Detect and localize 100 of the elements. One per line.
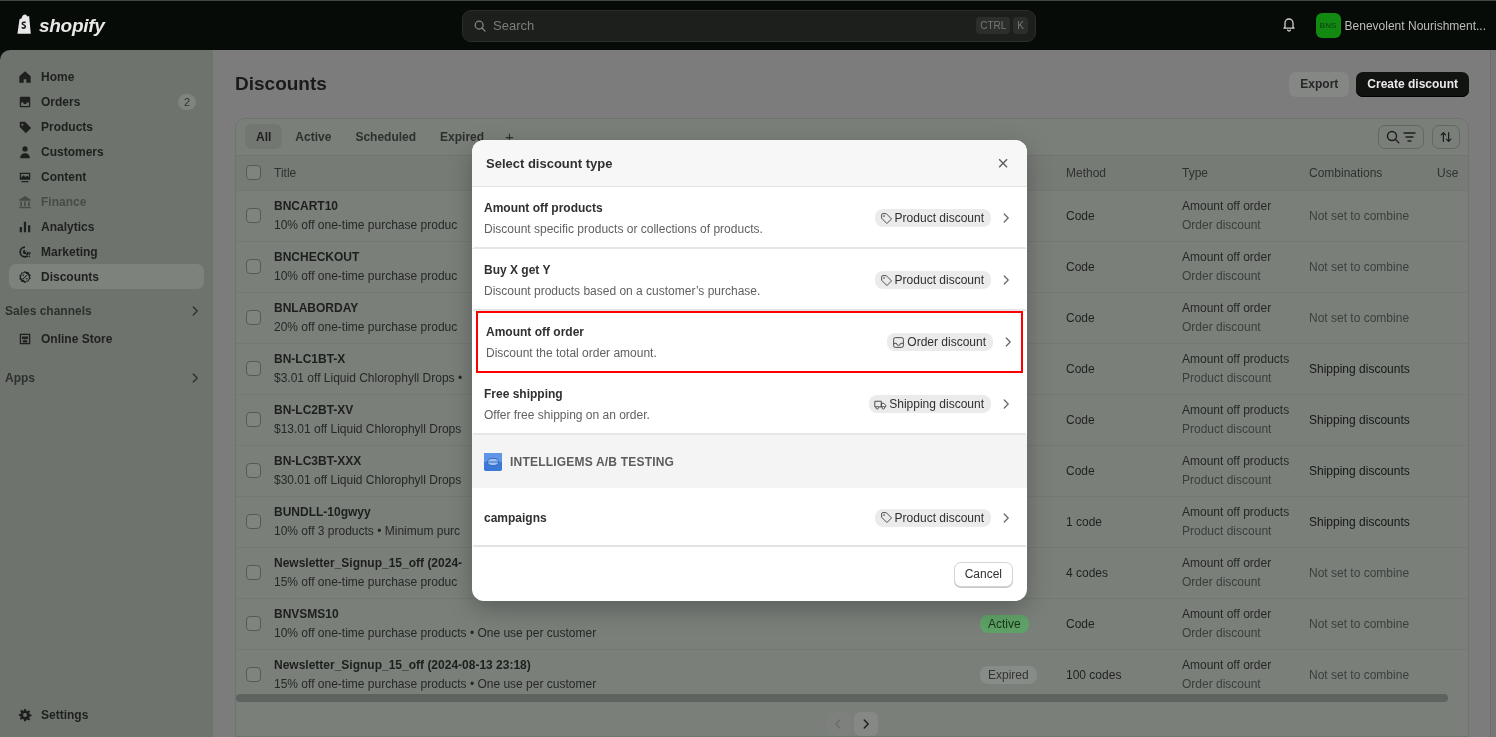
option-title: Free shipping [484,386,564,401]
store-avatar[interactable]: BNS [1315,13,1341,38]
status-badge: Active [980,615,1029,634]
discount-title[interactable]: BUNDLL-10gwyy [274,505,371,520]
option-title: Amount off order [486,324,585,339]
combinations-cell-text: Not set to combine [1309,310,1411,325]
discount-summary: 10% off 3 products • Minimum purc [274,524,461,539]
sort-button[interactable] [1432,124,1460,149]
method-cell-text: 100 codes [1066,667,1123,682]
discount-option[interactable]: campaigns Product discount [472,488,1027,547]
discount-title[interactable]: Newsletter_Signup_15_off (2024- [274,556,463,571]
discount-title[interactable]: BNCART10 [274,199,338,214]
sidebar-item[interactable]: Analytics [9,214,204,239]
tag-icon [879,211,893,225]
create-discount-button[interactable]: Create discount [1356,71,1469,97]
filter-tab[interactable]: Active [284,124,343,150]
type-text: Amount off products [1182,505,1290,520]
filter-tab[interactable]: All [245,124,283,150]
discount-icon [18,269,32,284]
type-text: Amount off order [1182,658,1272,673]
option-description: Discount specific products or collections of products. [484,221,764,236]
discount-option[interactable]: Amount off products Discount specific products or collections of products. Product discount [472,187,1027,249]
class-text: Order discount [1182,626,1261,641]
discount-class-tag: Order discount [887,333,993,351]
row-checkbox[interactable] [246,310,261,326]
store-icon [18,331,32,346]
discount-summary: 10% off one-time purchase produc [274,269,458,284]
next-page-button[interactable] [854,712,878,736]
discount-class-tag: Shipping discount [869,395,991,413]
cancel-button[interactable]: Cancel [953,561,1013,587]
combinations-cell-text: Shipping discounts [1309,361,1411,376]
search-filter-button[interactable] [1378,124,1424,149]
discount-title[interactable]: BNCHECKOUT [274,250,360,265]
row-checkbox[interactable] [246,514,261,530]
tag-icon [18,119,32,134]
discount-title[interactable]: BN-LC2BT-XV [274,403,354,418]
discount-summary: $30.01 off Liquid Chlorophyll Drops [274,473,462,488]
discount-option[interactable]: Buy X get Y Discount products based on a customer’s purchase. Product discount [472,249,1027,311]
bar-chart-icon [18,219,32,234]
type-text: Amount off order [1182,199,1272,214]
row-checkbox[interactable] [246,463,261,479]
status-badge: Expired [980,666,1037,685]
filter-tab[interactable]: Expired [429,124,496,150]
discount-summary: 15% off one-time purchase produc [274,575,458,590]
sidebar-item[interactable]: Discounts [9,264,204,289]
discount-title[interactable]: BN-LC3BT-XXX [274,454,362,469]
app-logo-icon [484,452,502,471]
sidebar-item[interactable]: Content [9,164,204,189]
method-cell-text: Code [1066,616,1096,631]
settings-nav-item[interactable]: Settings [9,702,204,727]
class-text: Order discount [1182,320,1261,335]
row-checkbox[interactable] [246,208,261,224]
store-name[interactable]: Benevolent Nourishment... [1344,18,1486,33]
row-checkbox[interactable] [246,361,261,377]
app-name: INTELLIGEMS A/B TESTING [510,454,675,469]
sidebar-item[interactable]: Customers [9,139,204,164]
sidebar-item[interactable]: Orders 2 [9,89,204,114]
dialog-title: Select discount type [486,155,613,171]
option-title: Buy X get Y [484,262,552,277]
option-description: Offer free shipping on an order. [484,407,651,422]
class-text: Product discount [1182,473,1272,488]
person-icon [18,144,32,159]
column-header: Combinations [1309,165,1384,180]
select-all-checkbox[interactable] [246,165,261,181]
sidebar-item[interactable]: Home [9,64,204,89]
filter-tab[interactable]: Scheduled [344,124,428,150]
method-cell-text: Code [1066,361,1096,376]
discount-title[interactable]: Newsletter_Signup_15_off (2024-08-13 23:18) [274,658,531,673]
discount-title[interactable]: BN-LC1BT-X [274,352,346,367]
class-text: Order discount [1182,575,1261,590]
discount-option[interactable]: Amount off order Discount the total order amount. Order discount [476,311,1023,373]
discount-summary: 15% off one-time purchase products • One use per customer [274,677,597,692]
discount-class-tag: Product discount [874,209,991,227]
sidebar-item[interactable]: Products [9,114,204,139]
combinations-cell-text: Not set to combine [1309,259,1411,274]
page-scrollbar[interactable] [1490,50,1496,737]
row-checkbox[interactable] [246,667,261,683]
search-filter-icon [1385,128,1417,145]
export-button[interactable]: Export [1289,71,1350,97]
settings-icon [18,707,32,722]
row-checkbox[interactable] [246,616,261,632]
discount-title[interactable]: BNVSMS10 [274,607,339,622]
row-checkbox[interactable] [246,412,261,428]
tag-icon [879,273,893,287]
combinations-cell-text: Not set to combine [1309,565,1411,580]
row-checkbox[interactable] [246,259,261,275]
column-header: Type [1182,165,1209,180]
sidebar-item[interactable]: Marketing [9,239,204,264]
type-text: Amount off products [1182,352,1290,367]
class-text: Order discount [1182,269,1261,284]
close-button[interactable]: × [993,153,1013,173]
method-cell-text: 1 code [1066,514,1104,529]
class-text: Product discount [1182,422,1272,437]
horizontal-scrollbar[interactable] [236,694,1448,702]
type-text: Amount off order [1182,607,1272,622]
sidebar-item[interactable]: Online Store [9,326,204,351]
class-text: Product discount [1182,524,1272,539]
row-checkbox[interactable] [246,565,261,581]
discount-title[interactable]: BNLABORDAY [274,301,359,316]
class-text: Product discount [1182,371,1272,386]
